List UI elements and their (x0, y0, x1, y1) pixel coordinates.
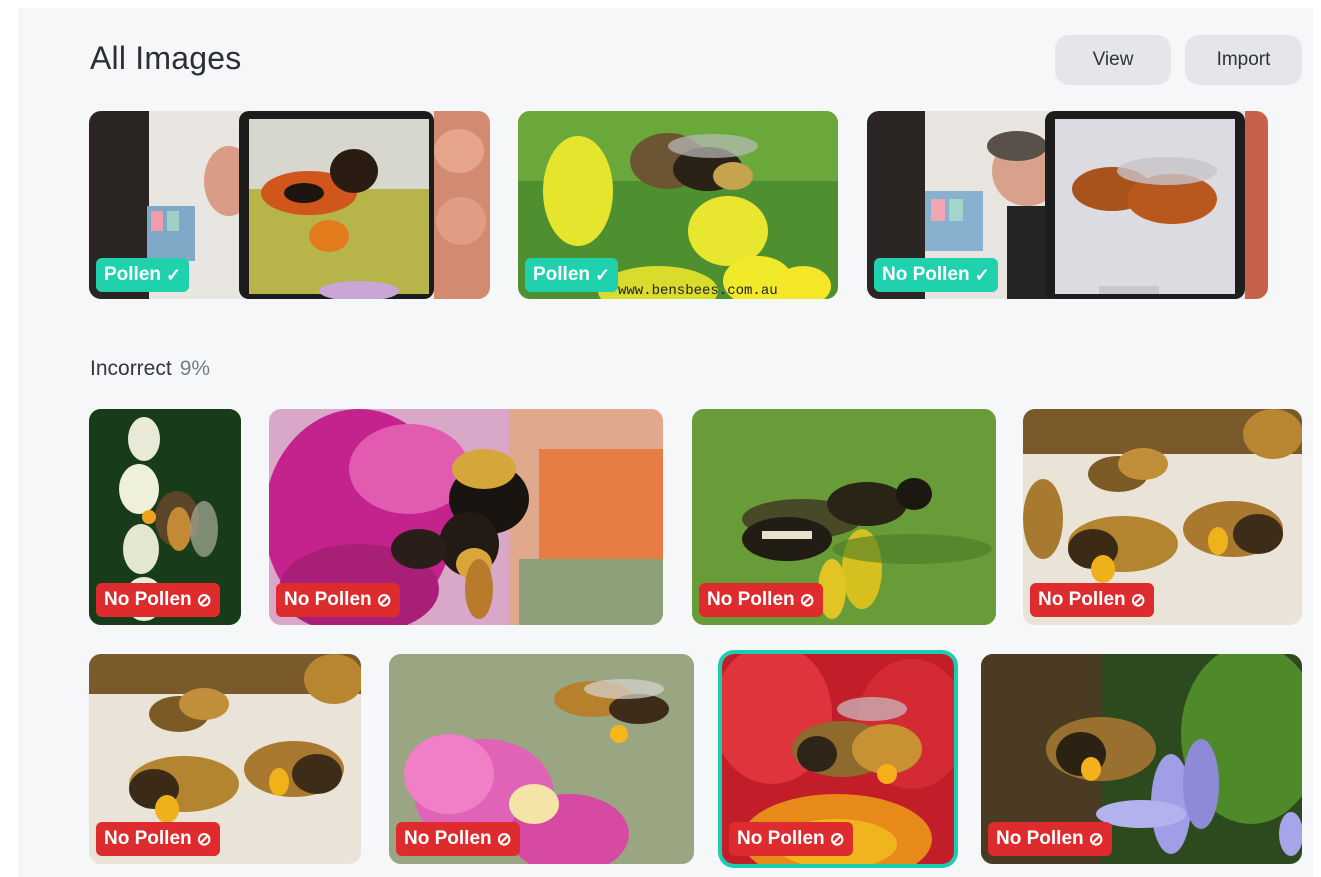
badge-text: No Pollen (737, 828, 825, 849)
prohibited-icon: ⊘ (496, 828, 512, 849)
badge-text: No Pollen (404, 828, 492, 849)
badge-text: Pollen (104, 264, 162, 285)
section-title: Incorrect (90, 357, 172, 380)
image-tile[interactable]: No Pollen ⊘ (389, 654, 694, 864)
prohibited-icon: ⊘ (1088, 828, 1104, 849)
image-tile[interactable]: No Pollen ⊘ (981, 654, 1302, 864)
image-tile[interactable]: No Pollen ⊘ (692, 409, 996, 625)
prohibited-icon: ⊘ (196, 589, 212, 610)
badge-text: No Pollen (707, 589, 795, 610)
prohibited-icon: ⊘ (799, 589, 815, 610)
page-title: All Images (90, 40, 242, 76)
image-tile[interactable]: No Pollen ⊘ (89, 409, 241, 625)
label-badge: No Pollen ⊘ (96, 822, 220, 856)
image-tile[interactable]: Pollen ✓ (89, 111, 490, 299)
badge-text: Pollen (533, 264, 591, 285)
import-button[interactable]: Import (1185, 35, 1302, 85)
incorrect-section-label: Incorrect 9% (90, 357, 210, 381)
prohibited-icon: ⊘ (196, 828, 212, 849)
image-tile[interactable]: No Pollen ⊘ (1023, 409, 1302, 625)
label-badge: Pollen ✓ (525, 258, 619, 292)
badge-text: No Pollen (284, 589, 372, 610)
view-button[interactable]: View (1055, 35, 1171, 85)
incorrect-percent: 9% (179, 357, 211, 380)
badge-text: No Pollen (996, 828, 1084, 849)
watermark-text: www.bensbees.com.au (618, 283, 778, 299)
label-badge: No Pollen ⊘ (699, 583, 823, 617)
label-badge: No Pollen ⊘ (1030, 583, 1154, 617)
image-tile[interactable]: No Pollen ✓ (867, 111, 1268, 299)
badge-text: No Pollen (104, 828, 192, 849)
badge-text: No Pollen (104, 589, 192, 610)
image-tile[interactable]: www.bensbees.com.au Pollen ✓ (518, 111, 838, 299)
prohibited-icon: ⊘ (1130, 589, 1146, 610)
image-tile[interactable]: No Pollen ⊘ (269, 409, 663, 625)
check-icon: ✓ (974, 264, 990, 285)
prohibited-icon: ⊘ (829, 828, 845, 849)
prohibited-icon: ⊘ (376, 589, 392, 610)
label-badge: No Pollen ⊘ (276, 583, 400, 617)
label-badge: No Pollen ✓ (874, 258, 998, 292)
label-badge: No Pollen ⊘ (396, 822, 520, 856)
label-badge: No Pollen ⊘ (988, 822, 1112, 856)
label-badge: No Pollen ⊘ (96, 583, 220, 617)
image-tile-selected[interactable]: No Pollen ⊘ (722, 654, 954, 864)
check-icon: ✓ (166, 264, 182, 285)
label-badge: No Pollen ⊘ (729, 822, 853, 856)
label-badge: Pollen ✓ (96, 258, 190, 292)
image-tile[interactable]: No Pollen ⊘ (89, 654, 361, 864)
badge-text: No Pollen (882, 264, 970, 285)
badge-text: No Pollen (1038, 589, 1126, 610)
check-icon: ✓ (595, 264, 611, 285)
